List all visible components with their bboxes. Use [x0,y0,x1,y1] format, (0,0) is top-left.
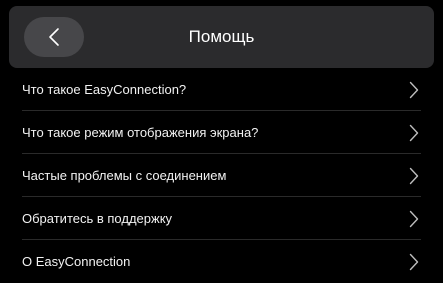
chevron-right-icon [409,253,419,271]
list-item-screen-mirroring-mode[interactable]: Что такое режим отображения экрана? [0,111,443,154]
chevron-right-icon [409,81,419,99]
chevron-left-icon [49,28,59,46]
list-item-about-easyconnection[interactable]: О EasyConnection [0,240,443,283]
back-button[interactable] [24,17,84,57]
header-bar: Помощь [9,6,434,68]
list-item-label: Частые проблемы с соединением [22,168,227,183]
list-item-connection-problems[interactable]: Частые проблемы с соединением [0,154,443,197]
list-item-label: О EasyConnection [22,254,131,269]
list-item-label: Что такое EasyConnection? [22,82,187,97]
list-item-label: Что такое режим отображения экрана? [22,125,259,140]
list-item-what-is-easyconnection[interactable]: Что такое EasyConnection? [0,68,443,111]
list-item-contact-support[interactable]: Обратитесь в поддержку [0,197,443,240]
chevron-right-icon [409,124,419,142]
chevron-right-icon [409,210,419,228]
list-item-label: Обратитесь в поддержку [22,211,173,226]
chevron-right-icon [409,167,419,185]
